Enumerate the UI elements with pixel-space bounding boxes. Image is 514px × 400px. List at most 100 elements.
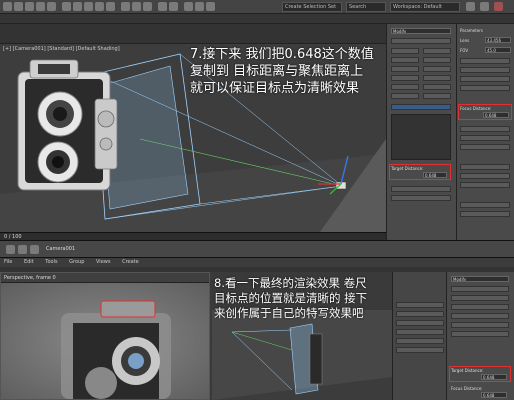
menu-views[interactable]: Views bbox=[96, 259, 110, 265]
modifier-name-field[interactable]: Modify bbox=[451, 276, 509, 282]
undo-icon[interactable] bbox=[3, 2, 12, 11]
caption-line: 复制到 目标距离与聚焦距离上 bbox=[190, 64, 364, 79]
modifier-button[interactable] bbox=[391, 93, 419, 99]
modifier-button[interactable] bbox=[423, 75, 451, 81]
rotate-icon[interactable] bbox=[95, 2, 104, 11]
panel-row[interactable] bbox=[460, 182, 510, 188]
panel-row[interactable] bbox=[460, 173, 510, 179]
panel-row[interactable] bbox=[460, 58, 510, 64]
panel-row[interactable] bbox=[451, 313, 509, 319]
panel-row[interactable] bbox=[396, 320, 444, 326]
menu-tools[interactable]: Tools bbox=[45, 259, 57, 265]
panel-row[interactable] bbox=[460, 135, 510, 141]
highlight-box bbox=[449, 366, 511, 382]
modifier-button[interactable] bbox=[391, 66, 419, 72]
object-name: Camera001 bbox=[46, 246, 76, 252]
main-toolbar: Create Selection Set Search Workspace: D… bbox=[0, 0, 514, 14]
lens-label: Lens bbox=[460, 38, 470, 43]
modifier-button[interactable] bbox=[423, 93, 451, 99]
stop-icon[interactable] bbox=[18, 245, 27, 254]
screenshot-divider: Camera001 bbox=[0, 240, 514, 258]
panel-row[interactable] bbox=[451, 286, 509, 292]
timeline-slider[interactable]: 0 / 100 bbox=[0, 232, 386, 240]
scale-icon[interactable] bbox=[106, 2, 115, 11]
camera-model bbox=[309, 333, 323, 385]
panel-row[interactable] bbox=[396, 302, 444, 308]
snap-icon[interactable] bbox=[121, 2, 130, 11]
modifier-list[interactable] bbox=[391, 38, 451, 44]
angle-snap-icon[interactable] bbox=[132, 2, 141, 11]
focus-distance-field[interactable]: 0.648 bbox=[481, 392, 507, 398]
command-panel-list bbox=[392, 272, 446, 400]
modifier-button[interactable] bbox=[391, 48, 419, 54]
fov-label: FOV bbox=[460, 48, 469, 53]
viewport-label[interactable]: [+] [Camera001] [Standard] [Default Shad… bbox=[3, 46, 120, 52]
panel-row[interactable] bbox=[451, 304, 509, 310]
selection-set-field[interactable]: Create Selection Set bbox=[282, 2, 342, 12]
menu-group[interactable]: Group bbox=[69, 259, 84, 265]
percent-snap-icon[interactable] bbox=[143, 2, 152, 11]
panel-row[interactable] bbox=[460, 164, 510, 170]
render-setup-icon[interactable] bbox=[195, 2, 204, 11]
modifier-name-field[interactable]: Modify bbox=[391, 28, 451, 34]
panel-row[interactable] bbox=[396, 347, 444, 353]
caption-line: 7.接下来 我们把0.648这个数值 bbox=[190, 47, 374, 62]
lens-field[interactable]: 43.456 bbox=[485, 37, 511, 43]
fov-field[interactable]: 45.0 bbox=[485, 47, 511, 53]
panel-row[interactable] bbox=[460, 144, 510, 150]
play-icon[interactable] bbox=[6, 245, 15, 254]
maximize-icon[interactable] bbox=[480, 2, 489, 11]
move-icon[interactable] bbox=[84, 2, 93, 11]
modifier-stack-item[interactable] bbox=[391, 104, 451, 110]
panel-row[interactable] bbox=[460, 67, 510, 73]
unlink-icon[interactable] bbox=[36, 2, 45, 11]
modifier-button[interactable] bbox=[423, 48, 451, 54]
modifier-button[interactable] bbox=[391, 57, 419, 63]
panel-row[interactable] bbox=[451, 295, 509, 301]
minimize-icon[interactable] bbox=[466, 2, 475, 11]
panel-row[interactable] bbox=[451, 331, 509, 337]
panel-row[interactable] bbox=[460, 126, 510, 132]
modifier-button[interactable] bbox=[423, 84, 451, 90]
panel-row[interactable] bbox=[391, 186, 451, 192]
modifier-button[interactable] bbox=[423, 57, 451, 63]
panel-row[interactable] bbox=[460, 202, 510, 208]
tutorial-caption-top: 7.接下来 我们把0.648这个数值 复制到 目标距离与聚焦距离上 就可以保证目… bbox=[190, 46, 374, 97]
panel-row[interactable] bbox=[460, 211, 510, 217]
modifier-button[interactable] bbox=[391, 75, 419, 81]
link-icon[interactable] bbox=[25, 2, 34, 11]
panel-row[interactable] bbox=[396, 338, 444, 344]
modifier-button[interactable] bbox=[423, 66, 451, 72]
redo-icon[interactable] bbox=[14, 2, 23, 11]
panel-row[interactable] bbox=[451, 322, 509, 328]
menu-edit[interactable]: Edit bbox=[24, 259, 34, 265]
mirror-icon[interactable] bbox=[158, 2, 167, 11]
select-region-icon[interactable] bbox=[73, 2, 82, 11]
render-icon[interactable] bbox=[206, 2, 215, 11]
panel-row[interactable] bbox=[460, 76, 510, 82]
caption-line: 目标点的位置就是清晰的 接下 bbox=[214, 291, 368, 305]
panel-row[interactable] bbox=[396, 311, 444, 317]
bottom-screenshot-panel: File Edit Tools Group Views Create Persp… bbox=[0, 258, 514, 400]
bind-icon[interactable] bbox=[47, 2, 56, 11]
ribbon-bar bbox=[0, 14, 514, 24]
render-window-titlebar: Perspective, frame 0 bbox=[1, 273, 209, 283]
select-icon[interactable] bbox=[62, 2, 71, 11]
workspace-field[interactable]: Workspace: Default bbox=[390, 2, 460, 12]
panel-row[interactable] bbox=[396, 329, 444, 335]
align-icon[interactable] bbox=[169, 2, 178, 11]
material-editor-icon[interactable] bbox=[184, 2, 193, 11]
modifier-button[interactable] bbox=[391, 84, 419, 90]
rendered-frame-window[interactable]: Perspective, frame 0 bbox=[0, 272, 210, 400]
camera-parameters-panel: Parameters Lens 43.456 FOV 45.0 Focus Di… bbox=[456, 24, 514, 240]
panel-row[interactable] bbox=[391, 195, 451, 201]
next-frame-icon[interactable] bbox=[30, 245, 39, 254]
panel-row[interactable] bbox=[460, 85, 510, 91]
focus-distance-label: Focus Distance: bbox=[451, 386, 483, 391]
menu-file[interactable]: File bbox=[4, 259, 12, 265]
search-field[interactable]: Search bbox=[346, 2, 386, 12]
params-title: Parameters bbox=[460, 28, 483, 33]
close-icon[interactable] bbox=[494, 2, 503, 11]
menu-create[interactable]: Create bbox=[122, 259, 139, 265]
rendered-image bbox=[1, 283, 209, 399]
